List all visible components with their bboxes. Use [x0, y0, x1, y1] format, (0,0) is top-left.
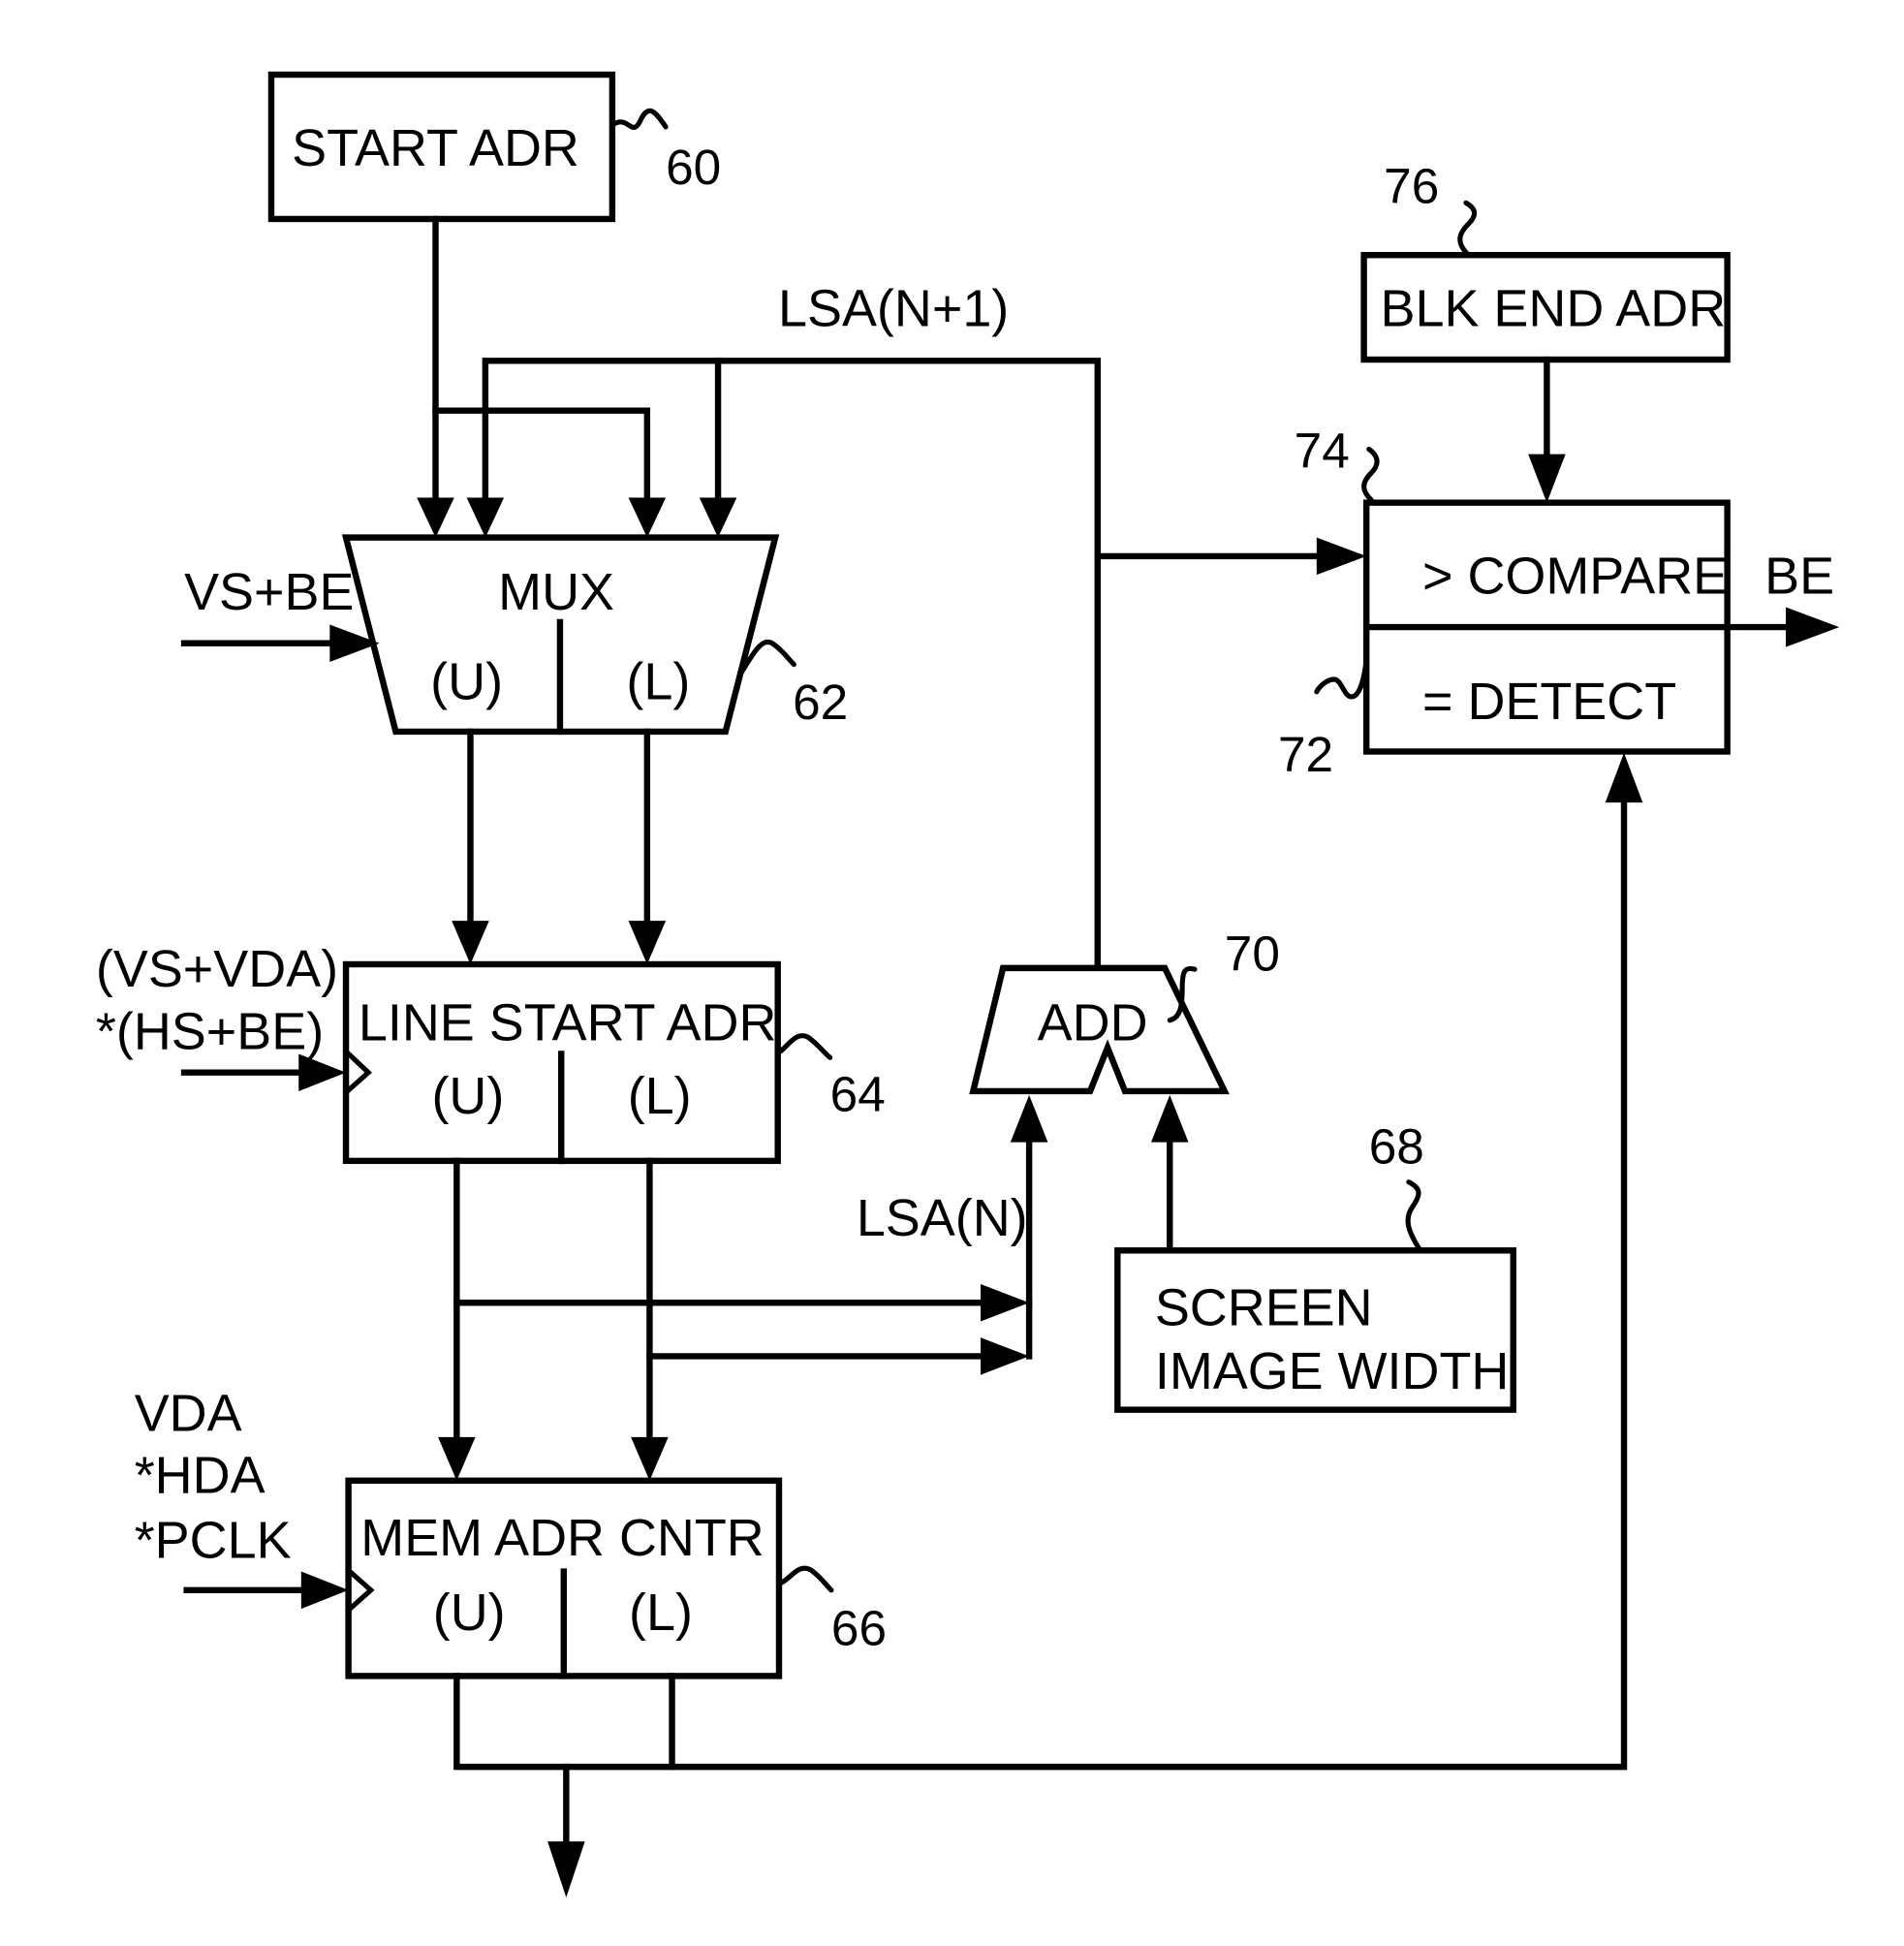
line-start-upper-label: (U) — [431, 1067, 504, 1125]
compare-label: > COMPARE — [1422, 547, 1728, 605]
be-output-label: BE — [1764, 547, 1834, 605]
screen-image-width-block: SCREEN IMAGE WIDTH 68 — [1114, 1118, 1516, 1413]
line-start-clock-input: (VS+VDA) *(HS+BE) — [96, 940, 347, 1091]
line-clock-label-2: *(HS+BE) — [96, 1002, 324, 1060]
arrowhead — [1528, 454, 1566, 503]
arrowhead — [1605, 752, 1643, 803]
mem-adr-cntr-block: MEM ADR CNTR (U) (L) 66 — [344, 1477, 887, 1679]
ref-72: 72 — [1278, 727, 1333, 782]
mem-adr-cntr-label: MEM ADR CNTR — [360, 1509, 764, 1567]
start-adr-wires — [417, 215, 667, 538]
mux-select-input: VS+BE — [180, 563, 380, 663]
block-diagram: START ADR 60 LSA(N+1) MUX (U) (L) 62 VS+… — [96, 71, 1840, 1898]
mux-lower-label: (L) — [626, 653, 690, 711]
arrowhead — [466, 497, 505, 538]
vs-be-label: VS+BE — [184, 563, 354, 621]
arrowhead — [1150, 1094, 1189, 1143]
line-clock-label-1: (VS+VDA) — [96, 940, 338, 998]
mem-clock-label-2: *HDA — [135, 1447, 265, 1505]
arrowhead — [631, 1436, 669, 1481]
detect-label: = DETECT — [1422, 673, 1676, 731]
screen-label-1: SCREEN — [1155, 1278, 1373, 1336]
ref-76: 76 — [1384, 158, 1439, 213]
start-adr-block: START ADR 60 — [267, 71, 721, 223]
arrowhead — [628, 921, 667, 965]
ref-70: 70 — [1225, 926, 1280, 981]
mux-label: MUX — [498, 563, 614, 621]
arrowhead — [438, 1436, 476, 1481]
lsa-n-label: LSA(N) — [857, 1189, 1028, 1247]
start-adr-label: START ADR — [292, 119, 579, 177]
arrowhead — [1316, 537, 1367, 576]
arrowhead — [1010, 1094, 1048, 1143]
ref-62: 62 — [793, 675, 848, 730]
arrowhead — [452, 921, 489, 965]
compare-detect-block: > COMPARE = DETECT BE 74 72 — [1278, 424, 1840, 782]
blk-end-adr-block: BLK END ADR 76 — [1360, 158, 1731, 503]
arrowhead — [547, 1841, 585, 1898]
mem-lower-label: (L) — [629, 1584, 693, 1642]
mem-clock-label-3: *PCLK — [135, 1511, 292, 1569]
arrowhead — [628, 497, 667, 538]
ref-60: 60 — [666, 140, 721, 195]
mux-to-line-start-wires — [452, 728, 667, 965]
mem-clock-label-1: VDA — [135, 1384, 242, 1442]
arrowhead — [1785, 607, 1840, 647]
ref-74: 74 — [1295, 424, 1350, 479]
lsa-next-label: LSA(N+1) — [778, 279, 1009, 337]
ref-68: 68 — [1369, 1118, 1424, 1174]
ref-66: 66 — [831, 1600, 887, 1655]
blk-end-adr-label: BLK END ADR — [1380, 279, 1726, 337]
arrowhead — [981, 1337, 1030, 1375]
arrowhead — [417, 497, 454, 538]
mux-upper-label: (U) — [430, 653, 503, 711]
screen-label-2: IMAGE WIDTH — [1155, 1342, 1510, 1400]
mem-clock-input: VDA *HDA *PCLK — [135, 1384, 349, 1610]
arrowhead — [981, 1283, 1030, 1322]
arrowhead — [699, 497, 737, 538]
mux-block: MUX (U) (L) 62 — [341, 534, 848, 736]
ref-64: 64 — [830, 1067, 886, 1122]
line-start-lower-label: (L) — [628, 1067, 692, 1125]
line-start-adr-label: LINE START ADR — [359, 993, 777, 1051]
arrowhead — [300, 1571, 349, 1610]
mem-upper-label: (U) — [433, 1584, 506, 1642]
line-start-adr-block: LINE START ADR (U) (L) 64 — [342, 960, 886, 1165]
add-label: ADD — [1038, 993, 1148, 1051]
